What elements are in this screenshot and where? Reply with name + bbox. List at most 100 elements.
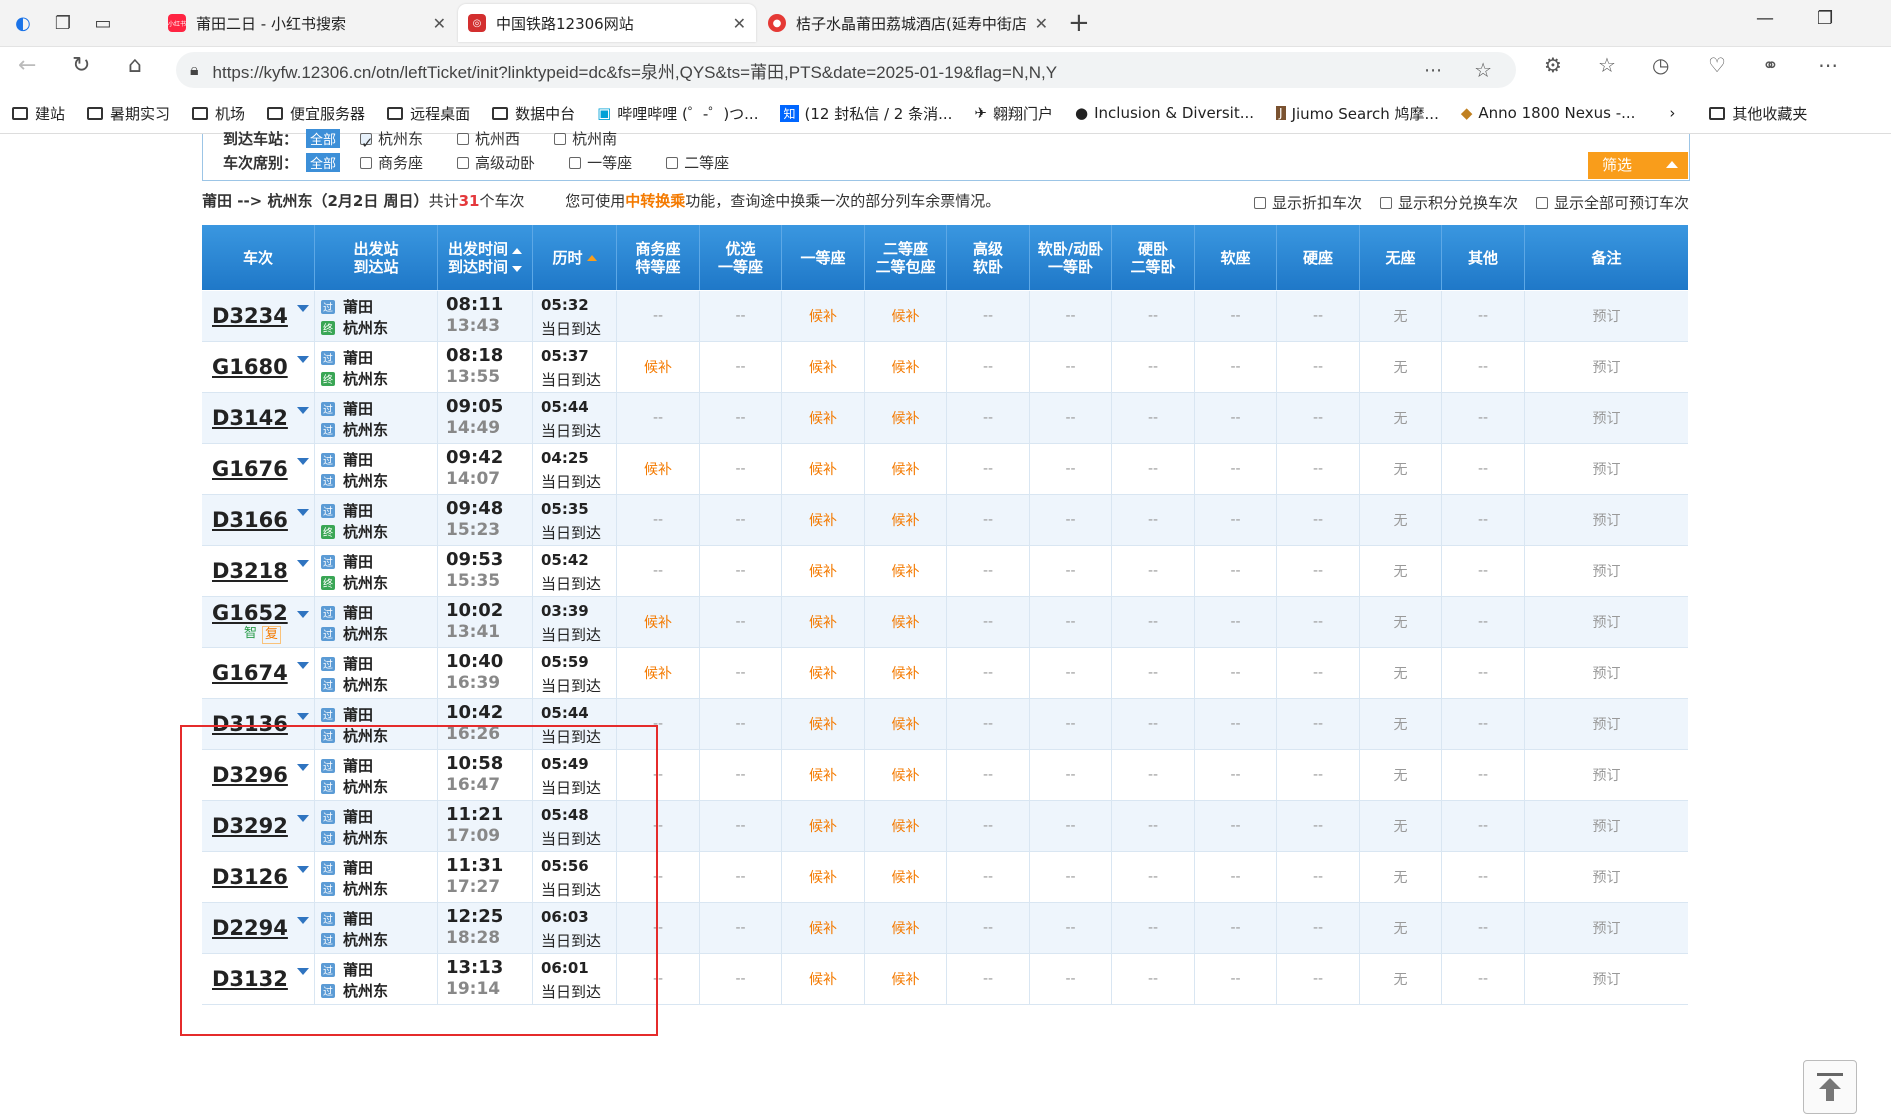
back-icon[interactable]: ←	[18, 53, 36, 78]
stops-dropdown-icon[interactable]	[297, 560, 309, 567]
train-number-link[interactable]: G1676	[212, 457, 288, 481]
book-button[interactable]: 预订	[1525, 801, 1688, 851]
book-button[interactable]: 预订	[1525, 597, 1688, 647]
show-all-bookable-option[interactable]: 显示全部可预订车次	[1535, 192, 1689, 213]
history-icon[interactable]: ◷	[1652, 53, 1669, 77]
bookmark-folder[interactable]: 远程桌面	[387, 103, 470, 124]
waitlist-link[interactable]: 候补	[782, 393, 864, 443]
checkbox-icon[interactable]	[457, 156, 470, 169]
waitlist-link[interactable]: 候补	[617, 342, 699, 392]
bookmarks-overflow-icon[interactable]: ›	[1669, 104, 1675, 122]
stops-dropdown-icon[interactable]	[297, 305, 309, 312]
new-tab-button[interactable]: +	[1068, 8, 1090, 38]
book-button[interactable]: 预订	[1525, 852, 1688, 902]
bookmark-apple[interactable]: ● Inclusion & Diversit...	[1075, 104, 1254, 122]
bookmark-folder[interactable]: 机场	[192, 103, 245, 124]
transfer-link[interactable]: 中转换乘	[625, 192, 685, 210]
checkbox-icon[interactable]	[1253, 196, 1266, 209]
train-number-link[interactable]: G1652	[212, 601, 288, 625]
checkbox-icon[interactable]	[666, 156, 679, 169]
book-button[interactable]: 预订	[1525, 444, 1688, 494]
bookmark-jiumo[interactable]: J Jiumo Search 鸠摩...	[1276, 103, 1439, 124]
bookmark-bilibili[interactable]: ▣ 哔哩哔哩 (゜-゜)つ...	[597, 103, 758, 124]
more-info-icon[interactable]: ⋯	[1424, 60, 1442, 81]
lock-icon[interactable]: 🔒︎	[190, 60, 199, 80]
checkbox-icon[interactable]	[1379, 196, 1392, 209]
workspaces-icon[interactable]: ❐	[46, 6, 80, 40]
browser-profile-icon[interactable]: ◐	[6, 6, 40, 40]
tab-12306[interactable]: ◎ 中国铁路12306网站 ✕	[458, 4, 756, 42]
tab-close-icon[interactable]: ✕	[733, 14, 746, 33]
waitlist-link[interactable]: 候补	[865, 648, 946, 698]
tab-close-icon[interactable]: ✕	[433, 14, 446, 33]
bookmark-folder[interactable]: 暑期实习	[87, 103, 170, 124]
stops-dropdown-icon[interactable]	[297, 713, 309, 720]
home-icon[interactable]: ⌂	[128, 53, 142, 78]
waitlist-link[interactable]: 候补	[865, 699, 946, 749]
waitlist-link[interactable]: 候补	[617, 444, 699, 494]
checkbox-icon[interactable]	[360, 156, 373, 169]
waitlist-link[interactable]: 候补	[782, 699, 864, 749]
waitlist-link[interactable]: 候补	[865, 291, 946, 341]
stops-dropdown-icon[interactable]	[297, 611, 309, 618]
minimize-icon[interactable]: —	[1756, 8, 1774, 29]
favorites-icon[interactable]: ☆	[1598, 53, 1616, 77]
stops-dropdown-icon[interactable]	[297, 407, 309, 414]
waitlist-link[interactable]: 候补	[782, 495, 864, 545]
waitlist-link[interactable]: 候补	[782, 342, 864, 392]
show-discount-option[interactable]: 显示折扣车次	[1253, 192, 1362, 213]
waitlist-link[interactable]: 候补	[865, 801, 946, 851]
waitlist-link[interactable]: 候补	[782, 903, 864, 953]
waitlist-link[interactable]: 候补	[782, 852, 864, 902]
stops-dropdown-icon[interactable]	[297, 458, 309, 465]
stops-dropdown-icon[interactable]	[297, 662, 309, 669]
filter-option[interactable]: 杭州南	[554, 128, 617, 149]
bookmark-folder[interactable]: 建站	[12, 103, 65, 124]
url-field[interactable]: 🔒︎ https://kyfw.12306.cn/otn/leftTicket/…	[176, 52, 1516, 88]
waitlist-link[interactable]: 候补	[865, 342, 946, 392]
train-number-link[interactable]: D3218	[212, 559, 288, 583]
waitlist-link[interactable]: 候补	[782, 954, 864, 1004]
tab-xiaohongshu[interactable]: 小红书 莆田二日 - 小红书搜索 ✕	[158, 4, 456, 42]
filter-option[interactable]: 高级动卧	[457, 152, 535, 173]
tab-hotel[interactable]: ● 桔子水晶莆田荔城酒店(延寿中街店 ✕	[758, 4, 1058, 42]
filter-all-button[interactable]: 全部	[306, 129, 341, 148]
book-button[interactable]: 预订	[1525, 546, 1688, 596]
stops-dropdown-icon[interactable]	[297, 509, 309, 516]
waitlist-link[interactable]: 候补	[782, 597, 864, 647]
tab-close-icon[interactable]: ✕	[1035, 14, 1048, 33]
train-number-link[interactable]: G1674	[212, 661, 288, 685]
waitlist-link[interactable]: 候补	[865, 954, 946, 1004]
header-duration[interactable]: 历时	[533, 225, 617, 290]
waitlist-link[interactable]: 候补	[865, 597, 946, 647]
favorite-star-icon[interactable]: ☆	[1474, 58, 1492, 82]
checkbox-icon[interactable]	[554, 132, 567, 145]
book-button[interactable]: 预订	[1525, 750, 1688, 800]
train-number-link[interactable]: D3166	[212, 508, 288, 532]
filter-option[interactable]: 一等座	[569, 152, 632, 173]
sort-up-icon[interactable]	[512, 247, 522, 254]
bookmark-folder[interactable]: 数据中台	[492, 103, 575, 124]
waitlist-link[interactable]: 候补	[617, 597, 699, 647]
bookmark-anno[interactable]: ◆ Anno 1800 Nexus -...	[1461, 104, 1636, 122]
book-button[interactable]: 预订	[1525, 495, 1688, 545]
waitlist-link[interactable]: 候补	[865, 444, 946, 494]
waitlist-link[interactable]: 候补	[865, 495, 946, 545]
sort-up-icon[interactable]	[586, 254, 597, 261]
book-button[interactable]: 预订	[1525, 342, 1688, 392]
filter-all-button[interactable]: 全部	[306, 153, 341, 172]
sort-down-icon[interactable]	[512, 265, 522, 272]
book-button[interactable]: 预订	[1525, 291, 1688, 341]
train-number-link[interactable]: D3142	[212, 406, 288, 430]
menu-icon[interactable]: ⋯	[1818, 53, 1838, 77]
filter-option[interactable]: 二等座	[666, 152, 729, 173]
share-icon[interactable]: ⚭	[1762, 53, 1779, 77]
checkbox-icon[interactable]	[1535, 196, 1548, 209]
extensions-icon[interactable]: ⚙	[1544, 53, 1562, 77]
screen-filter-button[interactable]: 筛选	[1588, 152, 1688, 179]
filter-option[interactable]: 商务座	[360, 152, 423, 173]
filter-option[interactable]: 杭州西	[457, 128, 520, 149]
bookmark-portal[interactable]: ✈ 翱翔门户	[974, 103, 1053, 124]
waitlist-link[interactable]: 候补	[782, 444, 864, 494]
book-button[interactable]: 预订	[1525, 903, 1688, 953]
